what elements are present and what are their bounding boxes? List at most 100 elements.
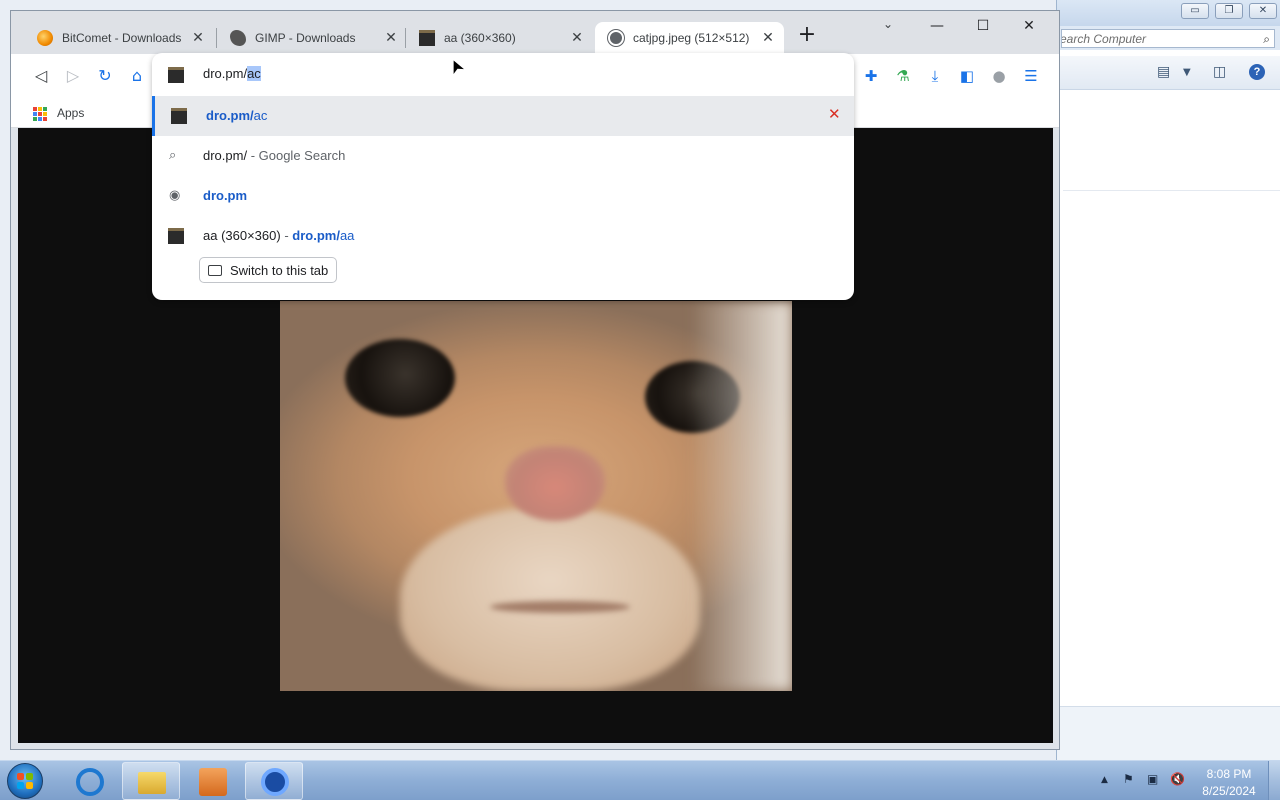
- apps-grid-dot: [33, 107, 37, 111]
- taskbar-media-player[interactable]: [183, 762, 241, 800]
- view-options-icon[interactable]: ▤: [1157, 64, 1170, 80]
- suggestion-search[interactable]: ⌕ dro.pm/ - Google Search: [152, 136, 854, 176]
- tray-overflow-icon[interactable]: ▲: [1101, 775, 1108, 785]
- cat-mouth: [490, 601, 630, 613]
- menu-icon[interactable]: ☰: [1019, 64, 1043, 88]
- background-close-button[interactable]: ✕: [1249, 3, 1277, 19]
- search-icon[interactable]: ⌕: [1263, 32, 1270, 47]
- extensions-icon[interactable]: ✚: [859, 64, 883, 88]
- maximize-button[interactable]: ☐: [961, 13, 1005, 39]
- forward-button[interactable]: ▷: [61, 64, 85, 88]
- close-icon[interactable]: ✕: [567, 30, 587, 46]
- suggestion-url-bold: dro.pm/: [292, 228, 340, 243]
- background-explorer-window: ▭ ❐ ✕ Search Computer ⌕ ▤ ▼ ◫ ?: [1056, 0, 1280, 760]
- suggestion-url-rest: ac: [253, 108, 268, 123]
- suggestion-separator: -: [280, 228, 293, 243]
- apps-grid-dot: [33, 112, 37, 116]
- suggestion-history[interactable]: dro.pm/ac ✕: [152, 96, 854, 136]
- image-icon: [168, 228, 184, 244]
- suggestion-open-tab[interactable]: aa (360×360) - dro.pm/aa: [152, 216, 854, 256]
- suggestion-url-bold: dro.pm: [203, 188, 248, 203]
- back-button[interactable]: ◁: [29, 64, 53, 88]
- cat-nose: [505, 446, 605, 521]
- image-icon: [419, 30, 435, 46]
- profile-icon[interactable]: ●: [987, 64, 1011, 88]
- globe-icon: ◉: [169, 188, 181, 203]
- close-icon[interactable]: ✕: [381, 30, 401, 46]
- background-restore-button[interactable]: ❐: [1215, 3, 1243, 19]
- reload-button[interactable]: ↻: [93, 64, 117, 88]
- suggestion-query: dro.pm/: [203, 148, 248, 163]
- help-icon[interactable]: ?: [1249, 64, 1265, 80]
- network-icon[interactable]: ▣: [1147, 772, 1158, 786]
- suggestion-site[interactable]: ◉ dro.pm: [152, 176, 854, 216]
- omnibox-input[interactable]: dro.pm/ac: [203, 66, 261, 81]
- close-button[interactable]: ✕: [1007, 13, 1051, 39]
- suggestion-suffix: - Google Search: [247, 148, 346, 163]
- apps-bookmark[interactable]: Apps: [57, 106, 84, 120]
- background-details-pane: [1057, 706, 1280, 760]
- apps-grid-icon[interactable]: [33, 107, 47, 121]
- tab-bitcomet[interactable]: BitComet - Downloads ✕: [24, 22, 214, 54]
- tab-search-icon[interactable]: ⌄: [883, 17, 893, 31]
- new-tab-button[interactable]: +: [795, 24, 819, 48]
- apps-grid-dot: [38, 107, 42, 111]
- internet-explorer-icon: [76, 768, 104, 796]
- close-icon[interactable]: ✕: [758, 30, 778, 46]
- tab-title: catjpg.jpeg (512×512): [633, 31, 750, 45]
- suggestion-text: dro.pm/ - Google Search: [203, 148, 345, 163]
- tab-title: BitComet - Downloads: [62, 31, 182, 45]
- cat-cheek: [690, 301, 792, 691]
- tab-aa-image[interactable]: aa (360×360) ✕: [406, 22, 593, 54]
- omnibox-dropdown: dro.pm/ac dro.pm/ac ✕ ⌕ dro.pm/ - Google…: [152, 53, 854, 300]
- suggestion-title: aa (360×360): [203, 228, 281, 243]
- action-center-flag-icon[interactable]: ⚑: [1123, 772, 1134, 786]
- media-player-icon: [199, 768, 227, 796]
- suggestion-url-bold: dro.pm/: [206, 108, 254, 123]
- switch-to-tab-button[interactable]: Switch to this tab: [199, 257, 338, 283]
- show-desktop-button[interactable]: [1268, 761, 1280, 800]
- chevron-down-icon[interactable]: ▼: [1183, 67, 1191, 78]
- apps-grid-dot: [43, 112, 47, 116]
- background-minimize-button[interactable]: ▭: [1181, 3, 1209, 19]
- background-search-input[interactable]: Search Computer ⌕: [1061, 29, 1275, 48]
- download-icon[interactable]: ⤓: [923, 64, 947, 88]
- side-panel-icon[interactable]: ◧: [955, 64, 979, 88]
- omnibox-input-row[interactable]: dro.pm/ac: [152, 53, 854, 95]
- cat-image: [280, 301, 792, 691]
- apps-grid-dot: [38, 112, 42, 116]
- lab-icon[interactable]: ⚗: [891, 64, 915, 88]
- tab-title: aa (360×360): [444, 31, 516, 45]
- switch-tab-icon: [208, 264, 222, 276]
- apps-grid-dot: [43, 107, 47, 111]
- file-explorer-icon: [138, 772, 166, 794]
- windows-logo-pane: [26, 782, 33, 789]
- bitcomet-icon: [37, 30, 53, 46]
- suggestion-url-rest: aa: [339, 228, 355, 243]
- windows-logo-icon: [17, 773, 33, 789]
- cat-muzzle: [400, 506, 700, 691]
- background-titlebar: ▭ ❐ ✕: [1057, 0, 1280, 26]
- taskbar-file-explorer[interactable]: [122, 762, 180, 800]
- minimize-button[interactable]: —: [915, 13, 959, 39]
- start-button[interactable]: [7, 763, 43, 799]
- cat-eye-left: [345, 339, 455, 417]
- remove-suggestion-icon[interactable]: ✕: [828, 105, 841, 123]
- background-toolbar: ▤ ▼ ◫ ?: [1057, 56, 1280, 90]
- volume-muted-icon[interactable]: 🔇: [1170, 772, 1185, 786]
- tab-strip: BitComet - Downloads ✕ GIMP - Downloads …: [11, 11, 1059, 55]
- tab-catjpg[interactable]: catjpg.jpeg (512×512) ✕: [595, 22, 784, 54]
- taskbar: ▲ ⚑ ▣ 🔇 8:08 PM 8/25/2024: [0, 760, 1280, 800]
- tab-gimp[interactable]: GIMP - Downloads ✕: [217, 22, 407, 54]
- suggestion-text: aa (360×360) - dro.pm/aa: [203, 228, 354, 243]
- close-icon[interactable]: ✕: [188, 30, 208, 46]
- home-button[interactable]: ⌂: [125, 64, 149, 88]
- clock-time[interactable]: 8:08 PM: [1194, 767, 1264, 781]
- windows-logo-pane: [26, 773, 33, 780]
- taskbar-chrome[interactable]: [245, 762, 303, 800]
- preview-pane-icon[interactable]: ◫: [1213, 64, 1226, 80]
- gimp-icon: [230, 30, 246, 46]
- clock-date[interactable]: 8/25/2024: [1194, 784, 1264, 798]
- globe-icon: [608, 30, 624, 46]
- taskbar-internet-explorer[interactable]: [60, 762, 118, 800]
